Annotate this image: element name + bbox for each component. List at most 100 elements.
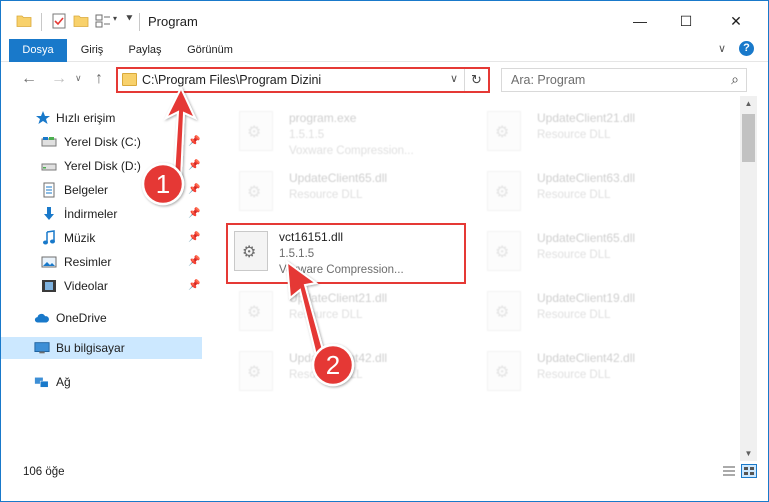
close-button[interactable]: ✕ [713, 1, 759, 41]
sidebar-item-quick-access[interactable]: Hızlı erişim [1, 107, 202, 129]
new-folder-icon[interactable] [73, 13, 89, 29]
close-icon: ✕ [730, 12, 742, 29]
file-tile[interactable]: ⚙ UpdateClient63.dll Resource DLL [477, 165, 717, 221]
back-arrow-icon[interactable]: ← [21, 70, 37, 88]
ribbon-tabs: Dosya Giriş Paylaş Görünüm ∨ ? [1, 39, 768, 62]
sidebar-item-music[interactable]: Müzik 📌 [1, 227, 202, 249]
pin-icon[interactable]: 📌 [188, 160, 200, 171]
file-type: Resource DLL [537, 309, 611, 321]
details-view-icon[interactable] [721, 464, 737, 478]
address-bar[interactable]: C:\Program Files\Program Dizini ∨ ↻ [116, 67, 490, 93]
title-separator [41, 13, 42, 31]
forward-arrow-icon[interactable]: → [51, 70, 67, 88]
dll-file-icon: ⚙ [234, 231, 268, 271]
minimize-button[interactable]: — [617, 1, 663, 41]
vertical-scrollbar[interactable]: ▲ ▼ [740, 96, 757, 461]
sidebar-item-documents[interactable]: Belgeler 📌 [1, 179, 202, 201]
sidebar-item-this-pc[interactable]: Bu bilgisayar [1, 337, 202, 359]
folder-icon [122, 73, 137, 86]
qa-dropdown-icon[interactable]: ▾ [113, 14, 117, 23]
sidebar-item-label: İndirmeler [64, 207, 118, 221]
tab-dosya[interactable]: Dosya [9, 39, 67, 62]
tab-giris[interactable]: Giriş [71, 39, 113, 62]
sidebar-item-label: Videolar [64, 279, 108, 293]
file-type: Resource DLL [537, 189, 611, 201]
sidebar-item-label: Yerel Disk (C:) [64, 135, 141, 149]
pin-icon[interactable]: 📌 [188, 256, 200, 267]
sidebar-item-label: Ağ [56, 375, 71, 389]
sidebar-item-label: Hızlı erişim [56, 111, 116, 125]
search-icon[interactable]: ⌕ [731, 71, 739, 88]
folder-icon [16, 15, 32, 27]
file-tile[interactable]: ⚙ UpdateClient42.dll Resource DLL [477, 345, 717, 401]
recent-locations-icon[interactable]: ∨ [75, 73, 82, 84]
file-tile[interactable]: ⚙ UpdateClient42.dll Resource DLL [229, 345, 469, 401]
sidebar-item-pictures[interactable]: Resimler 📌 [1, 251, 202, 273]
sidebar-item-local-disk-d[interactable]: Yerel Disk (D:) 📌 [1, 155, 202, 177]
dll-file-icon: ⚙ [239, 291, 273, 331]
dll-file-icon: ⚙ [487, 171, 521, 211]
sidebar-item-downloads[interactable]: İndirmeler 📌 [1, 203, 202, 225]
tab-gorunum[interactable]: Görünüm [179, 39, 241, 62]
sidebar-item-local-disk-c[interactable]: Yerel Disk (C:) 📌 [1, 131, 202, 153]
tab-paylas[interactable]: Paylaş [121, 39, 169, 62]
file-name: UpdateClient65.dll [537, 231, 636, 245]
pin-icon[interactable]: 📌 [188, 208, 200, 219]
pin-icon[interactable]: 📌 [188, 280, 200, 291]
file-name: UpdateClient63.dll [537, 171, 636, 185]
address-dropdown-icon[interactable]: ∨ [450, 72, 458, 85]
scroll-up-icon[interactable]: ▲ [740, 96, 757, 111]
scroll-thumb[interactable] [742, 114, 755, 162]
music-icon [43, 230, 55, 245]
video-icon [42, 280, 56, 292]
download-icon [44, 207, 54, 220]
status-bar: 106 öğe [1, 461, 768, 501]
file-tile[interactable]: ⚙ UpdateClient65.dll Resource DLL [477, 225, 717, 281]
sidebar-item-label: Müzik [64, 231, 96, 245]
sidebar-item-network[interactable]: Ağ [1, 371, 202, 393]
refresh-icon[interactable]: ↻ [464, 69, 488, 91]
dll-file-icon: ⚙ [487, 111, 521, 151]
item-count: 106 öğe [23, 466, 65, 478]
sidebar-item-onedrive[interactable]: OneDrive [1, 307, 202, 329]
window-title: Program [148, 14, 198, 29]
properties-icon[interactable] [51, 13, 67, 29]
address-path[interactable]: C:\Program Files\Program Dizini [142, 73, 321, 87]
file-tile[interactable]: ⚙ UpdateClient21.dll Resource DLL [477, 105, 717, 161]
help-icon[interactable]: ? [739, 41, 754, 56]
tiles-view-icon[interactable] [741, 464, 757, 478]
file-name: vct16151.dll [279, 230, 344, 244]
navigation-pane: Hızlı erişim Yerel Disk (C:) 📌 Yerel Dis… [1, 101, 206, 461]
file-tile[interactable]: ⚙ UpdateClient21.dll Resource DLL [229, 285, 469, 341]
maximize-button[interactable]: ☐ [663, 1, 709, 41]
file-tile-selected[interactable]: ⚙ vct16151.dll 1.5.1.5 Voxware Compressi… [226, 223, 466, 284]
up-arrow-icon[interactable]: ↑ [95, 70, 103, 88]
pin-icon[interactable]: 📌 [188, 232, 200, 243]
file-type: Resource DLL [289, 369, 363, 381]
scroll-down-icon[interactable]: ▼ [740, 446, 757, 461]
dll-file-icon: ⚙ [487, 231, 521, 271]
dll-file-icon: ⚙ [239, 171, 273, 211]
view-options-icon[interactable] [95, 13, 111, 29]
file-tile[interactable]: ⚙ program.exe 1.5.1.5 Voxware Compressio… [229, 105, 469, 161]
search-input[interactable]: Ara: Program ⌕ [501, 68, 747, 92]
file-type: Resource DLL [537, 129, 611, 141]
file-tile[interactable]: ⚙ UpdateClient19.dll Resource DLL [477, 285, 717, 341]
explorer-window: ▾ ⯆ Program — ☐ ✕ Dosya Giriş Paylaş Gör… [0, 0, 769, 502]
cloud-icon [34, 313, 49, 323]
star-icon [36, 111, 50, 124]
sidebar-item-label: OneDrive [56, 311, 107, 325]
pictures-icon [41, 256, 57, 268]
dll-file-icon: ⚙ [487, 351, 521, 391]
ribbon-collapse-icon[interactable]: ∨ [718, 42, 726, 55]
file-type: Resource DLL [537, 249, 611, 261]
file-type: Resource DLL [537, 369, 611, 381]
file-version: 1.5.1.5 [279, 248, 315, 260]
file-name: UpdateClient65.dll [289, 171, 388, 185]
file-tile[interactable]: ⚙ UpdateClient65.dll Resource DLL [229, 165, 469, 221]
pin-icon[interactable]: 📌 [188, 136, 200, 147]
pin-icon[interactable]: 📌 [188, 184, 200, 195]
customize-toolbar-icon[interactable]: ⯆ [125, 13, 134, 26]
file-name: program.exe [289, 111, 357, 125]
sidebar-item-videos[interactable]: Videolar 📌 [1, 275, 202, 297]
